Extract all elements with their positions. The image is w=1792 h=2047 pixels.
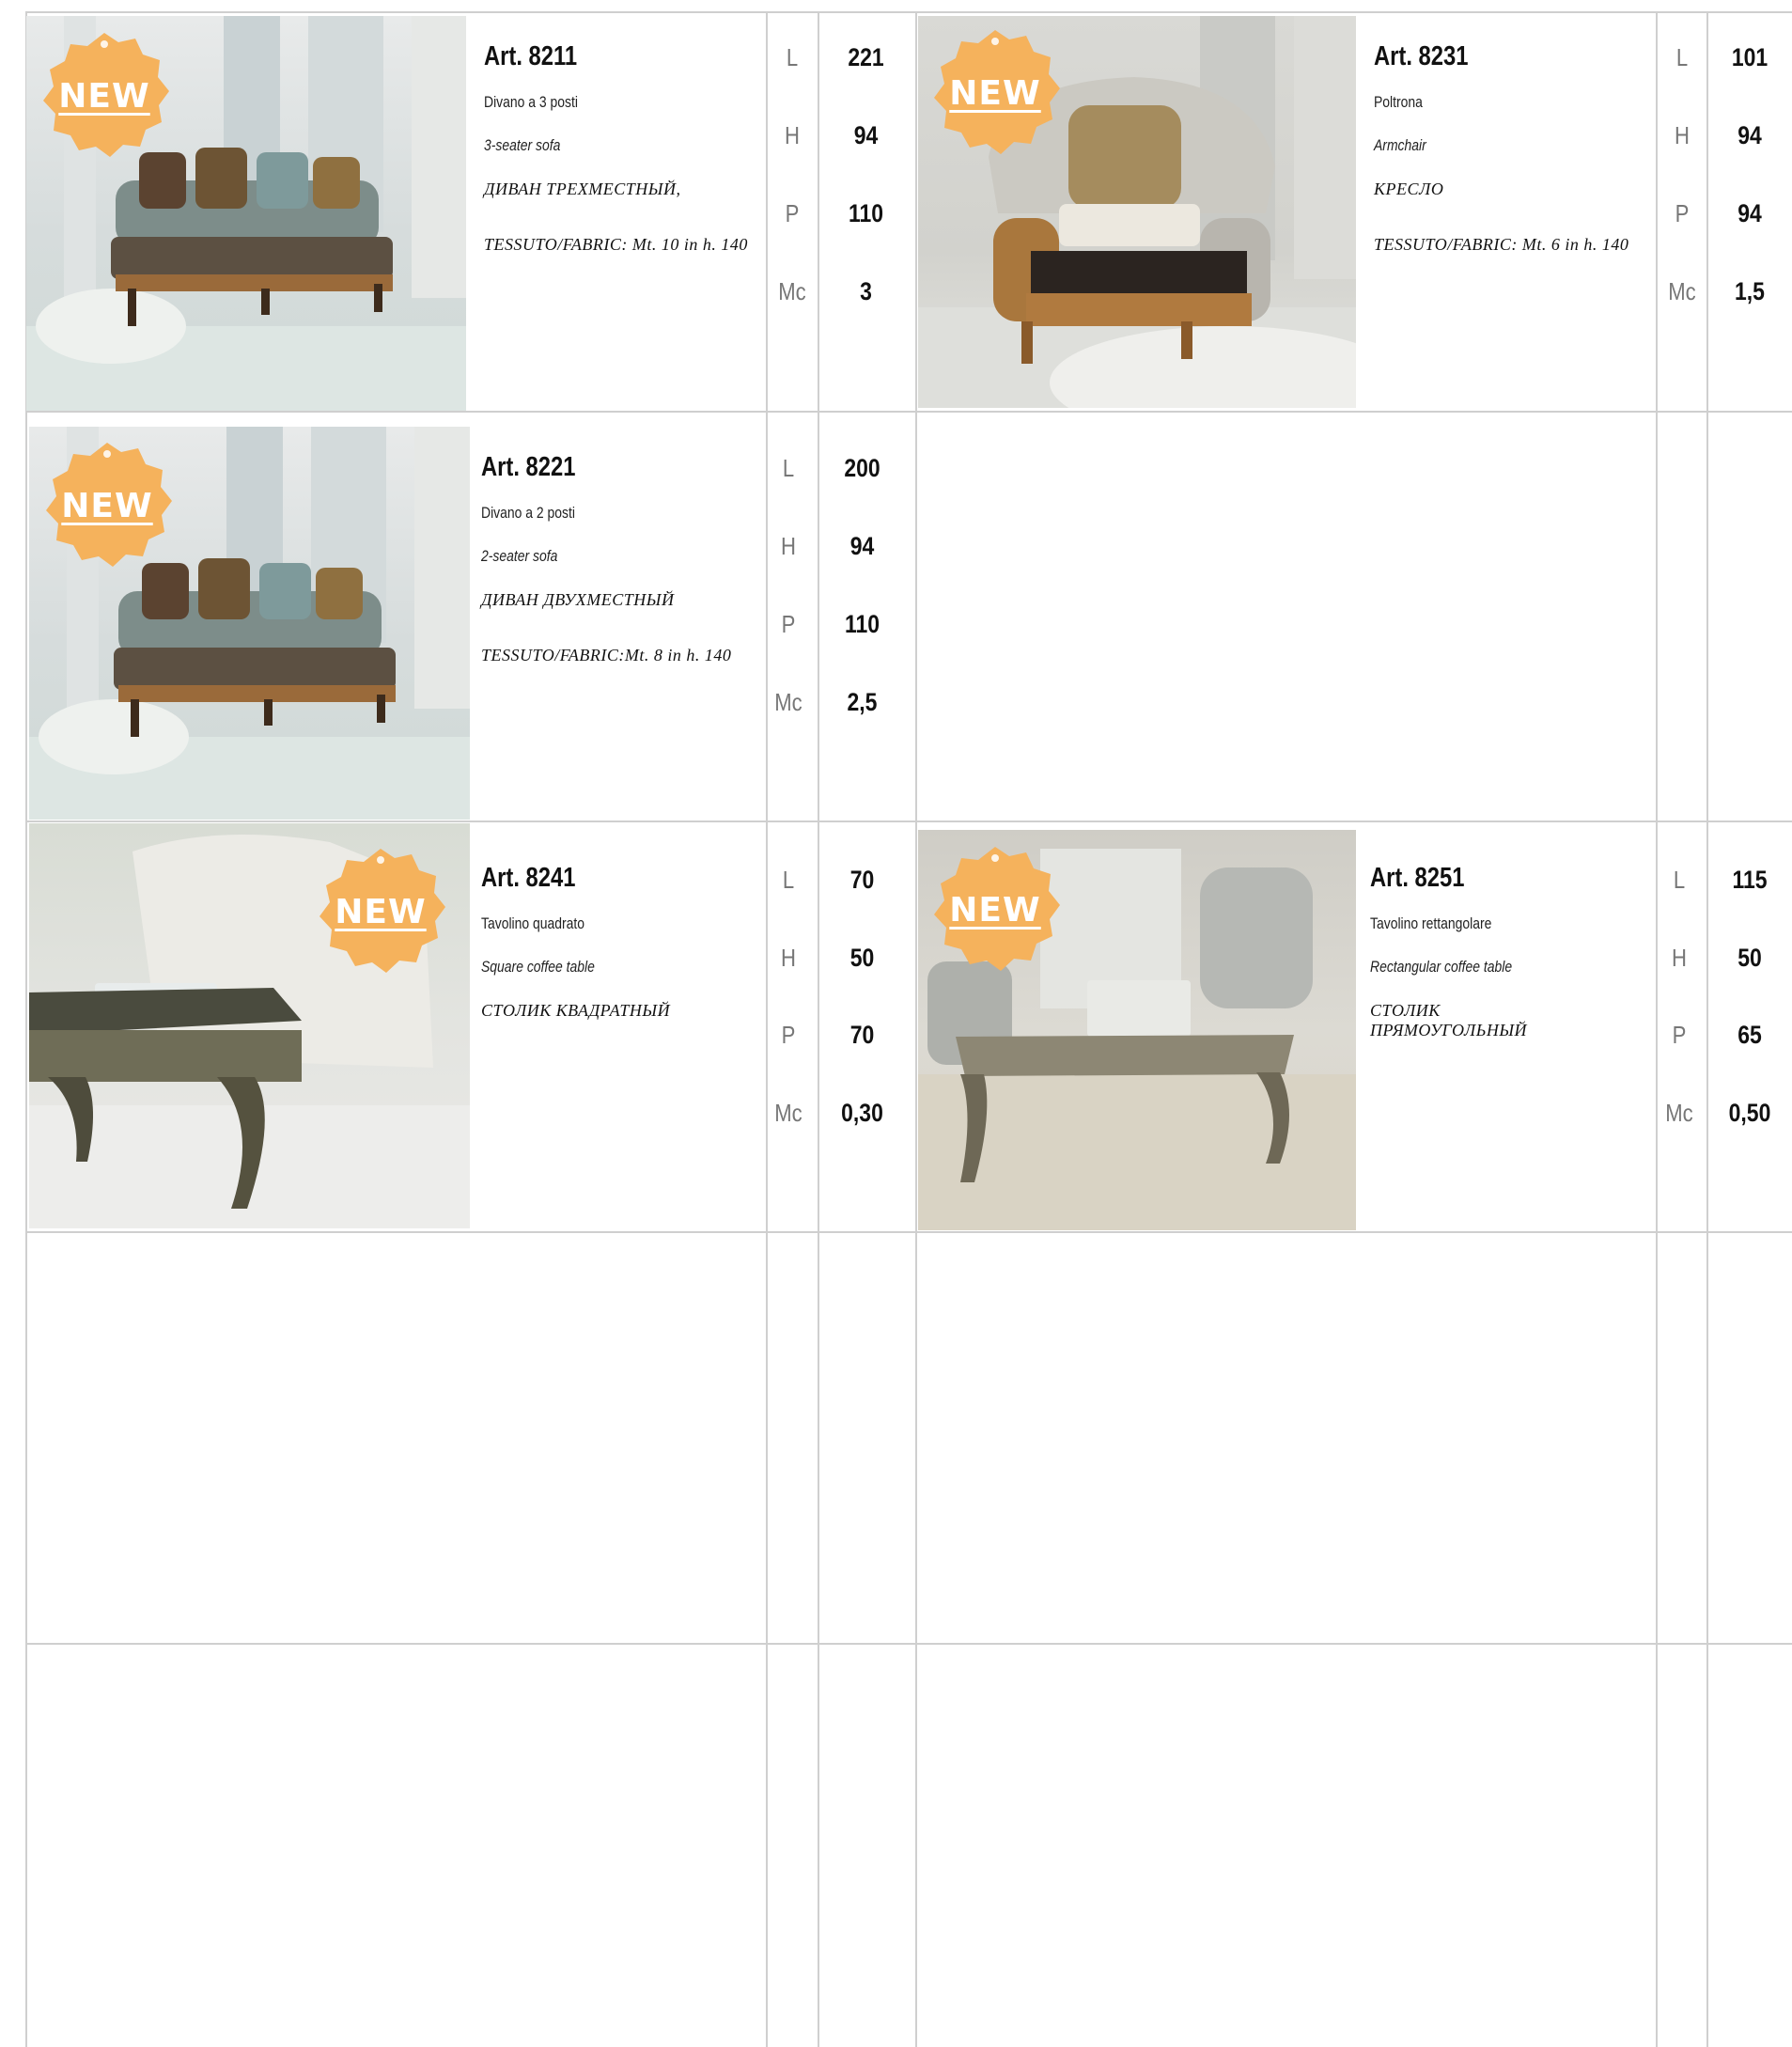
new-badge-label: NEW xyxy=(949,73,1041,113)
dim-value-depth: 70 xyxy=(849,1021,875,1049)
grid-top-line xyxy=(26,11,1792,13)
dim-label-height: H xyxy=(785,121,800,149)
product-description: Art. 8211 Divano a 3 posti 3-seater sofa… xyxy=(484,41,761,290)
new-badge: NEW xyxy=(310,841,451,982)
new-badge-label: NEW xyxy=(949,890,1041,930)
fabric-info: TESSUTO/FABRIC:Mt. 8 in h. 140 xyxy=(481,646,732,664)
name-italian: Tavolino rettangolare xyxy=(1370,914,1492,932)
fabric-info: TESSUTO/FABRIC: Mt. 10 in h. 140 xyxy=(484,235,748,254)
grid-col-line xyxy=(915,11,917,2047)
dim-label-length: L xyxy=(782,454,795,482)
grid-row-line xyxy=(26,820,1792,822)
name-russian: СТОЛИК КВАДРАТНЫЙ xyxy=(481,1001,671,1020)
dim-value-length: 70 xyxy=(849,866,875,894)
dim-value-height: 50 xyxy=(1737,944,1762,972)
dim-label-depth: P xyxy=(1675,199,1690,227)
dim-label-height: H xyxy=(781,532,796,560)
dim-label-length: L xyxy=(782,866,795,894)
dim-label-depth: P xyxy=(781,610,796,638)
grid-col-line xyxy=(818,11,819,2047)
dim-value-volume: 3 xyxy=(860,277,872,305)
name-russian: ДИВАН ДВУХМЕСТНЫЙ xyxy=(481,590,675,609)
grid-row-line xyxy=(26,1643,1792,1645)
dim-label-height: H xyxy=(1672,944,1687,972)
name-english: Square coffee table xyxy=(481,958,595,976)
new-badge-label: NEW xyxy=(58,76,150,116)
dim-value-length: 200 xyxy=(844,454,880,482)
grid-row-line xyxy=(26,411,1792,413)
fabric-info: TESSUTO/FABRIC: Mt. 6 in h. 140 xyxy=(1374,235,1629,254)
dim-value-height: 94 xyxy=(1737,121,1762,149)
dim-label-depth: P xyxy=(1672,1021,1687,1049)
article-number: Art. 8211 xyxy=(484,41,578,71)
product-description: Art. 8231 Poltrona Armchair КРЕСЛО TESSU… xyxy=(1374,41,1651,290)
dim-label-volume: Mc xyxy=(774,688,803,716)
dim-value-depth: 110 xyxy=(844,610,880,638)
dim-value-volume: 0,30 xyxy=(841,1099,883,1127)
article-number: Art. 8231 xyxy=(1374,41,1469,71)
dim-value-length: 101 xyxy=(1731,43,1769,71)
dim-label-volume: Mc xyxy=(1665,1099,1693,1127)
new-badge: NEW xyxy=(925,839,1066,980)
dim-label-length: L xyxy=(1675,43,1689,71)
name-russian: ДИВАН ТРЕХМЕСТНЫЙ, xyxy=(484,180,681,198)
new-badge-label: NEW xyxy=(335,892,427,931)
name-italian: Divano a 2 posti xyxy=(481,504,575,522)
dim-value-volume: 0,50 xyxy=(1728,1099,1771,1127)
name-russian: СТОЛИК ПРЯМОУГОЛЬНЫЙ xyxy=(1370,1001,1528,1039)
dim-value-length: 115 xyxy=(1732,866,1768,894)
name-english: 3-seater sofa xyxy=(484,136,561,154)
dim-label-length: L xyxy=(786,43,799,71)
article-number: Art. 8241 xyxy=(481,863,576,893)
article-number: Art. 8221 xyxy=(481,452,576,482)
dim-label-depth: P xyxy=(785,199,800,227)
new-badge: NEW xyxy=(34,25,175,166)
dim-label-volume: Mc xyxy=(774,1099,803,1127)
dim-label-height: H xyxy=(1675,121,1690,149)
grid-row-line xyxy=(26,1231,1792,1233)
new-badge: NEW xyxy=(925,23,1066,164)
name-english: Rectangular coffee table xyxy=(1370,958,1513,976)
product-description: Art. 8221 Divano a 2 posti 2-seater sofa… xyxy=(481,452,761,701)
dim-value-height: 94 xyxy=(849,532,875,560)
name-italian: Divano a 3 posti xyxy=(484,93,578,111)
product-description: Art. 8241 Tavolino quadrato Square coffe… xyxy=(481,863,761,1056)
dim-label-volume: Mc xyxy=(1668,277,1696,305)
name-english: Armchair xyxy=(1374,136,1426,154)
name-italian: Poltrona xyxy=(1374,93,1423,111)
dim-value-height: 94 xyxy=(853,121,879,149)
product-description: Art. 8251 Tavolino rettangolare Rectangu… xyxy=(1370,863,1650,1076)
dim-value-length: 221 xyxy=(848,43,884,71)
dim-value-volume: 2,5 xyxy=(847,688,878,716)
grid-col-line xyxy=(1706,11,1708,2047)
dim-value-depth: 94 xyxy=(1737,199,1762,227)
article-number: Art. 8251 xyxy=(1370,863,1465,893)
new-badge: NEW xyxy=(37,435,178,576)
dim-value-depth: 65 xyxy=(1737,1021,1762,1049)
name-english: 2-seater sofa xyxy=(481,547,558,565)
dim-value-volume: 1,5 xyxy=(1735,277,1765,305)
dim-label-height: H xyxy=(781,944,796,972)
name-russian: КРЕСЛО xyxy=(1374,180,1444,198)
dim-label-length: L xyxy=(1673,866,1686,894)
new-badge-label: NEW xyxy=(61,486,153,525)
dim-label-volume: Mc xyxy=(778,277,806,305)
dim-value-depth: 110 xyxy=(848,199,884,227)
dim-label-depth: P xyxy=(781,1021,796,1049)
dim-value-height: 50 xyxy=(849,944,875,972)
name-italian: Tavolino quadrato xyxy=(481,914,585,932)
